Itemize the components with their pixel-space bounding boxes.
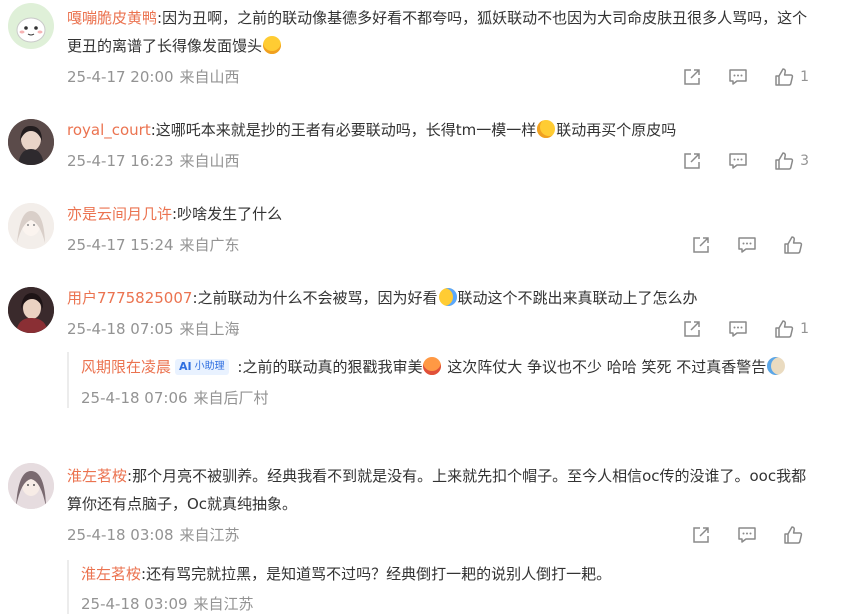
comment-content: :吵啥发生了什么: [172, 205, 283, 223]
reply-meta: 25-4-18 03:09 来自江苏: [81, 594, 817, 614]
like-count: 1: [800, 69, 809, 85]
doge-emoji-icon: [767, 357, 786, 375]
comment-location: 来自上海: [179, 320, 240, 338]
reply-username[interactable]: 风期限在凌晨: [81, 358, 171, 376]
comment-meta: 25-4-17 20:00 来自山西: [67, 67, 240, 87]
reply-item: 淮左茗桉:还有骂完就拉黑，是知道骂不过吗？经典倒打一耙的说别人倒打一耙。 25-…: [67, 560, 817, 614]
share-icon: [693, 237, 709, 253]
reply-item: 风期限在凌晨 AI 小助理 :之前的联动真的狠戳我审美 这次阵仗大 争议也不少 哈哈…: [67, 352, 817, 408]
comment-meta: 25-4-17 16:23 来自山西: [67, 151, 240, 171]
comment-text: royal_court:这哪吒本来就是抄的王者有必要联动吗，长得tm一模一样 联动…: [67, 116, 817, 144]
comment-content: 联动这个不跳出来真联动上了怎么办: [457, 289, 698, 307]
like-button[interactable]: 1: [774, 67, 809, 87]
comment-content: :这哪吒本来就是抄的王者有必要联动吗，长得tm一模一样: [150, 121, 537, 139]
share-button[interactable]: [691, 235, 711, 255]
comment-actions: 3: [682, 151, 809, 171]
reply-location: 来自江苏: [193, 595, 254, 613]
comment-text: 亦是云间月几许:吵啥发生了什么: [67, 200, 817, 228]
like-button[interactable]: 1: [774, 319, 809, 339]
crying-emoji-icon: [438, 288, 457, 306]
comment-icon: [738, 237, 756, 253]
comment-icon: [729, 321, 747, 337]
comment-actions: [691, 525, 809, 545]
like-count: 3: [800, 153, 809, 169]
comment-content: :那个月亮不被驯养。经典我看不到就是没有。上来就先扣个帽子。至今人相信oc传的没…: [67, 467, 807, 513]
comment-username[interactable]: royal_court: [67, 121, 151, 139]
comment-time: 25-4-18 07:05: [67, 320, 174, 338]
share-icon: [684, 153, 700, 169]
comment-icon: [738, 527, 756, 543]
reply-text: 淮左茗桉:还有骂完就拉黑，是知道骂不过吗？经典倒打一耙的说别人倒打一耙。: [81, 560, 817, 588]
comment-meta: 25-4-18 03:08 来自江苏: [67, 525, 240, 545]
like-count: 1: [800, 321, 809, 337]
like-button[interactable]: [783, 235, 809, 255]
reply-time: 25-4-18 07:06: [81, 389, 188, 407]
reply-content: :之前的联动真的狠戳我审美: [232, 358, 423, 376]
avatar[interactable]: [8, 287, 54, 333]
comment-location: 来自广东: [179, 236, 240, 254]
share-button[interactable]: [682, 151, 702, 171]
assistant-badge: AI 小助理: [175, 359, 229, 375]
comment-username[interactable]: 亦是云间月几许: [67, 205, 172, 223]
comment-button[interactable]: [728, 319, 748, 339]
comment-icon: [729, 69, 747, 85]
like-icon: [775, 320, 794, 338]
reply-text: 风期限在凌晨 AI 小助理 :之前的联动真的狠戳我审美 这次阵仗大 争议也不少 哈哈…: [81, 352, 817, 381]
avatar[interactable]: [8, 119, 54, 165]
comment-time: 25-4-17 20:00: [67, 68, 174, 86]
comment-icon: [729, 153, 747, 169]
share-icon: [684, 69, 700, 85]
comment-button[interactable]: [728, 151, 748, 171]
comment-username[interactable]: 淮左茗桉: [67, 467, 127, 485]
share-button[interactable]: [682, 67, 702, 87]
badge-label: 小助理: [194, 361, 225, 372]
laughing-tears-emoji-icon: [263, 36, 282, 54]
comment-actions: [691, 235, 809, 255]
share-button[interactable]: [682, 319, 702, 339]
comment-actions: 1: [682, 319, 809, 339]
reply-username[interactable]: 淮左茗桉: [81, 565, 141, 583]
sweat-smile-emoji-icon: [537, 120, 556, 138]
avatar[interactable]: [8, 3, 54, 49]
comment-meta: 25-4-18 07:05 来自上海: [67, 319, 240, 339]
comment-button[interactable]: [737, 525, 757, 545]
comment-time: 25-4-17 15:24: [67, 236, 174, 254]
comment-text: 淮左茗桉:那个月亮不被驯养。经典我看不到就是没有。上来就先扣个帽子。至今人相信o…: [67, 462, 817, 518]
share-icon: [693, 527, 709, 543]
share-button[interactable]: [691, 525, 711, 545]
comment-location: 来自山西: [179, 152, 240, 170]
reply-meta: 25-4-18 07:06 来自后厂村: [81, 388, 817, 408]
ai-badge-icon: AI: [179, 360, 192, 373]
comment-content: :因为丑啊，之前的联动像基德多好看不都夸吗，狐妖联动不也因为大司命皮肤丑很多人骂…: [67, 9, 808, 55]
reply-location: 来自后厂村: [193, 389, 269, 407]
comment-location: 来自江苏: [179, 526, 240, 544]
like-icon: [784, 236, 803, 254]
comment-username[interactable]: 嘎嘣脆皮黄鸭: [67, 9, 157, 27]
comment-text: 嘎嘣脆皮黄鸭:因为丑啊，之前的联动像基德多好看不都夸吗，狐妖联动不也因为大司命皮…: [67, 4, 817, 60]
comment-meta: 25-4-17 15:24 来自广东: [67, 235, 240, 255]
reply-content: :还有骂完就拉黑，是知道骂不过吗？经典倒打一耙的说别人倒打一耙。: [141, 565, 612, 583]
comment-time: 25-4-18 03:08: [67, 526, 174, 544]
avatar[interactable]: [8, 203, 54, 249]
heart-eyes-emoji-icon: [423, 357, 442, 375]
like-icon: [775, 152, 794, 170]
comment-content: :之前联动为什么不会被骂，因为好看: [192, 289, 438, 307]
like-icon: [784, 526, 803, 544]
avatar[interactable]: [8, 463, 54, 509]
comment-username[interactable]: 用户7775825007: [67, 289, 192, 307]
comment-actions: 1: [682, 67, 809, 87]
comment-time: 25-4-17 16:23: [67, 152, 174, 170]
like-button[interactable]: 3: [774, 151, 809, 171]
comment-text: 用户7775825007:之前联动为什么不会被骂，因为好看 联动这个不跳出来真联动…: [67, 284, 817, 312]
like-button[interactable]: [783, 525, 809, 545]
reply-content: 这次阵仗大 争议也不少 哈哈 笑死 不过真香警告: [442, 358, 767, 376]
share-icon: [684, 321, 700, 337]
comment-content: 联动再买个原皮吗: [556, 121, 677, 139]
comment-button[interactable]: [728, 67, 748, 87]
comment-location: 来自山西: [179, 68, 240, 86]
comment-button[interactable]: [737, 235, 757, 255]
like-icon: [775, 68, 794, 86]
reply-time: 25-4-18 03:09: [81, 595, 188, 613]
